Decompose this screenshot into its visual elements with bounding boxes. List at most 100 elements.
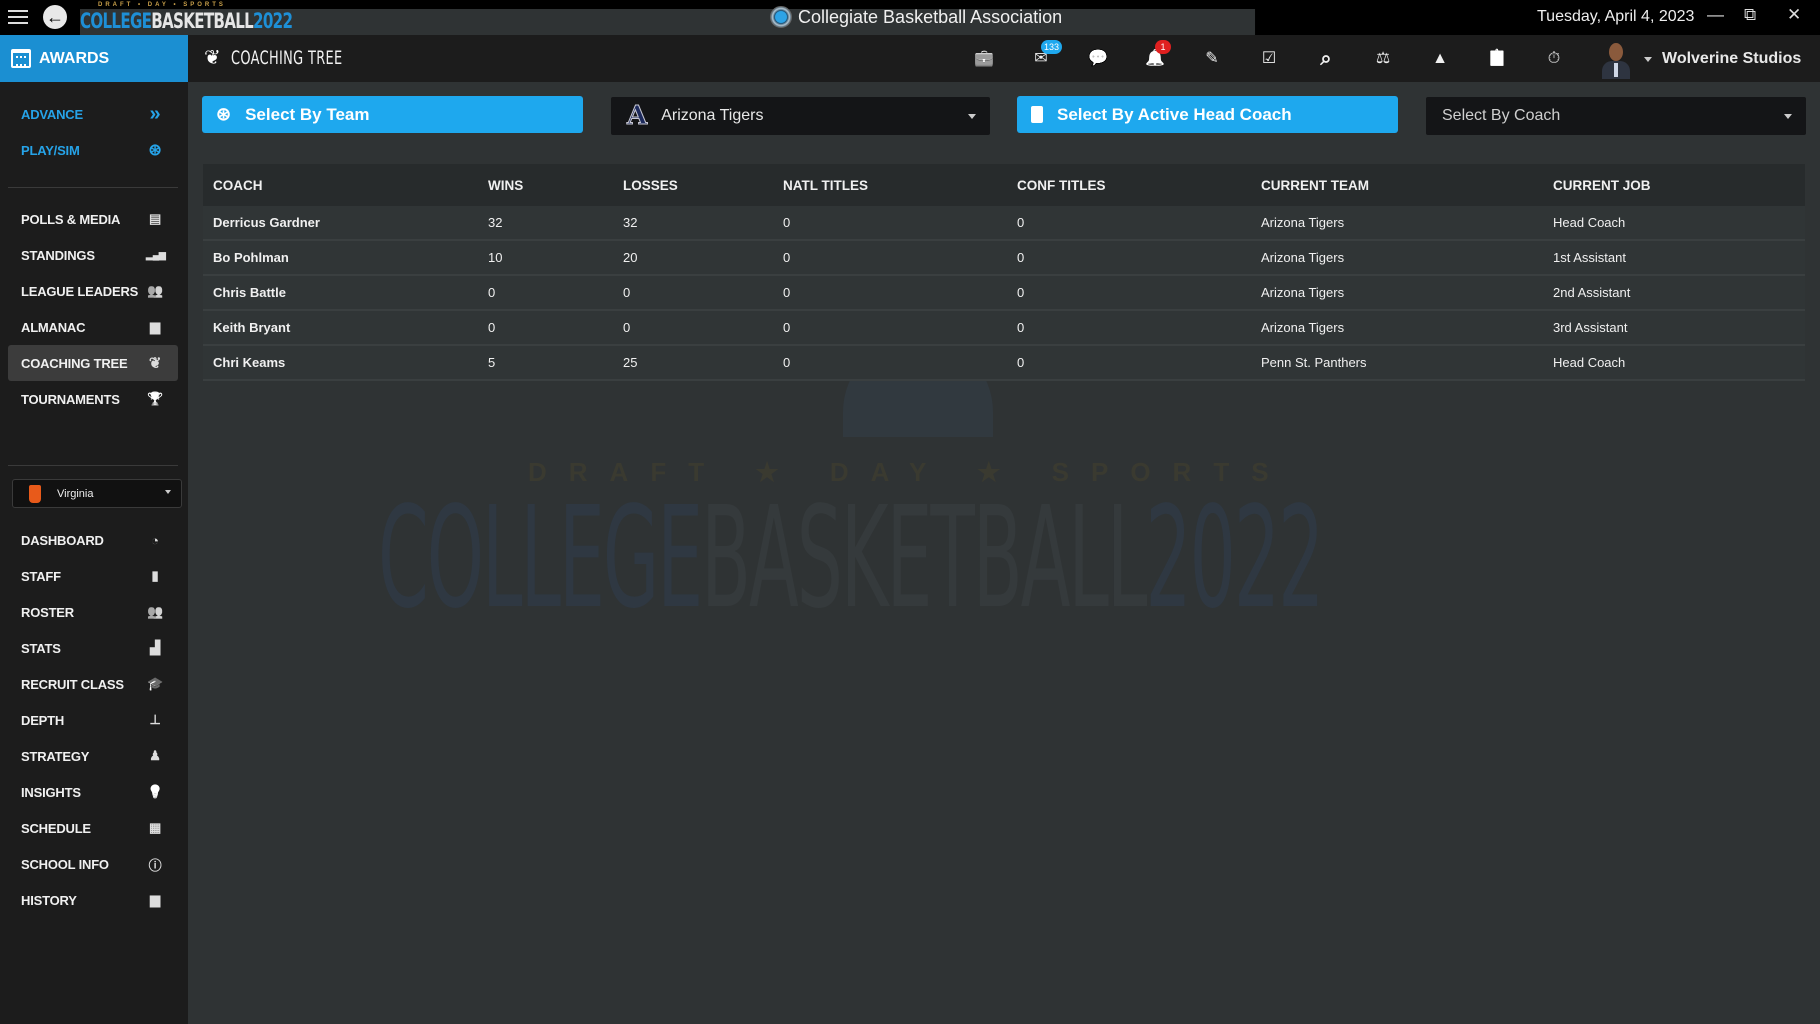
cell-coach[interactable]: Bo Pohlman — [203, 250, 478, 265]
balance-scale-icon[interactable]: ⚖ — [1373, 49, 1393, 69]
sidebar-item-play-sim[interactable]: PLAY/SIM ⊛ — [8, 132, 178, 168]
team-nav: DASHBOARD ◔ STAFF ▮ ROSTER 👥 STATS ▟ RECRUIT… — [8, 522, 178, 918]
sidebar-item-almanac[interactable]: ALMANAC ▆ — [8, 309, 178, 345]
sidebar-item-coaching-tree[interactable]: COACHING TREE ❦ — [8, 345, 178, 381]
sidebar-item-advance[interactable]: ADVANCE » — [8, 96, 178, 132]
column-header-conf-titles[interactable]: CONF TITLES — [1007, 178, 1251, 193]
select-by-team-button[interactable]: ⊛ Select By Team — [202, 96, 583, 133]
awards-button[interactable]: AWARDS — [0, 35, 188, 82]
cell-current-team: Arizona Tigers — [1261, 215, 1345, 230]
lightbulb-icon: 💡 — [147, 784, 163, 799]
cell-coach[interactable]: Chri Keams — [203, 355, 478, 370]
sidebar-item-roster[interactable]: ROSTER 👥 — [8, 594, 178, 630]
cell-current-job: Head Coach — [1553, 215, 1626, 230]
cell-natl-titles: 0 — [783, 355, 791, 370]
sidebar-item-label: ROSTER — [21, 604, 74, 620]
clipboard-icon — [1031, 106, 1043, 123]
cell-wins: 0 — [488, 285, 496, 300]
briefcase-icon[interactable]: 💼 — [974, 49, 994, 69]
select-by-active-head-coach-button[interactable]: Select By Active Head Coach — [1017, 96, 1398, 133]
close-button[interactable]: ✕ — [1787, 5, 1801, 25]
sidebar-item-standings[interactable]: STANDINGS ▂▄▆ — [8, 237, 178, 273]
page-title: ❦ COACHING TREE — [204, 47, 395, 69]
bar-chart-icon: ▟ — [150, 640, 160, 655]
leaf-icon: ❦ — [148, 355, 162, 372]
back-arrow-icon[interactable]: ← — [43, 5, 67, 29]
user-menu[interactable]: Wolverine Studios — [1598, 39, 1801, 79]
column-header-coach[interactable]: COACH — [203, 178, 478, 193]
signal-bars-icon: ▂▄▆ — [146, 249, 166, 260]
restore-button[interactable]: ⧉ — [1744, 5, 1756, 25]
calendar-check-icon[interactable]: ☑ — [1259, 49, 1279, 69]
cell-current-team: Arizona Tigers — [1261, 250, 1345, 265]
cell-coach[interactable]: Chris Battle — [203, 285, 478, 300]
sidebar-item-staff[interactable]: STAFF ▮ — [8, 558, 178, 594]
info-icon: ⓘ — [148, 857, 162, 873]
column-header-wins[interactable]: WINS — [478, 178, 613, 193]
sidebar-item-recruit-class[interactable]: RECRUIT CLASS 🎓 — [8, 666, 178, 702]
sidebar-item-history[interactable]: HISTORY ▆ — [8, 882, 178, 918]
cell-current-job: Head Coach — [1553, 355, 1626, 370]
sidebar-item-insights[interactable]: INSIGHTS 💡 — [8, 774, 178, 810]
mail-icon[interactable]: ✉ 133 — [1031, 40, 1063, 69]
sidebar-item-label: COACHING TREE — [21, 355, 128, 371]
sidebar-item-league-leaders[interactable]: LEAGUE LEADERS 👥 — [8, 273, 178, 309]
bell-icon[interactable]: 🔔 1 — [1145, 40, 1171, 69]
sidebar-item-tournaments[interactable]: TOURNAMENTS 🏆 — [8, 381, 178, 417]
trophy-icon: 🏆 — [147, 391, 163, 406]
leaf-icon: ❦ — [204, 47, 221, 69]
table-row[interactable]: Derricus Gardner 32 32 0 0 Arizona Tigers Head… — [203, 206, 1805, 241]
hamburger-menu-icon[interactable] — [8, 7, 28, 27]
sidebar-item-label: DASHBOARD — [21, 532, 104, 548]
table-row[interactable]: Chris Battle 0 0 0 0 Arizona Tigers 2nd Assist… — [203, 276, 1805, 311]
team-dropdown[interactable]: A Arizona Tigers — [611, 97, 990, 135]
table-row[interactable]: Keith Bryant 0 0 0 0 Arizona Tigers 3rd Assist… — [203, 311, 1805, 346]
road-icon[interactable]: ▲ — [1430, 49, 1450, 69]
cell-wins: 0 — [488, 320, 496, 335]
sidebar-item-label: HISTORY — [21, 892, 77, 908]
sidebar-divider — [8, 465, 178, 466]
search-icon[interactable]: ⌕ — [1316, 49, 1336, 69]
logo-tagline: DRAFT • DAY • SPORTS — [98, 2, 226, 8]
sidebar-item-strategy[interactable]: STRATEGY ♟ — [8, 738, 178, 774]
cell-coach[interactable]: Derricus Gardner — [203, 215, 478, 230]
sidebar-item-depth[interactable]: DEPTH ⊥ — [8, 702, 178, 738]
sidebar-item-label: ALMANAC — [21, 319, 86, 335]
column-header-current-team[interactable]: CURRENT TEAM — [1251, 178, 1543, 193]
table-row[interactable]: Chri Keams 5 25 0 0 Penn St. Panthers Head Coa… — [203, 346, 1805, 381]
cell-natl-titles: 0 — [783, 285, 791, 300]
chat-icon[interactable]: 💬 — [1088, 49, 1108, 69]
cell-coach[interactable]: Keith Bryant — [203, 320, 478, 335]
column-header-losses[interactable]: LOSSES — [613, 178, 773, 193]
users-icon: 👥 — [147, 283, 163, 298]
graduate-icon: 🎓 — [147, 676, 163, 691]
select-by-coach-label: Select By Active Head Coach — [1057, 104, 1292, 124]
clipboard-list-icon[interactable]: 📋 — [1487, 49, 1507, 69]
cell-conf-titles: 0 — [1017, 250, 1025, 265]
sidebar-divider — [8, 187, 178, 188]
sidebar: AWARDS ADVANCE » PLAY/SIM ⊛ POLLS & MEDI… — [0, 35, 188, 1024]
cell-current-team: Arizona Tigers — [1261, 285, 1345, 300]
cell-losses: 0 — [623, 320, 631, 335]
double-chevron-right-icon: » — [149, 102, 161, 125]
team-select-dropdown[interactable]: Virginia — [12, 479, 182, 508]
column-header-natl-titles[interactable]: NATL TITLES — [773, 178, 1007, 193]
stopwatch-icon[interactable]: ⏱ — [1544, 49, 1564, 69]
edit-icon[interactable]: ✎ — [1202, 49, 1222, 69]
coach-dropdown[interactable]: Select By Coach — [1426, 97, 1806, 135]
sidebar-item-label: SCHOOL INFO — [21, 856, 109, 872]
logo-basketball: BASKETBALL — [151, 9, 254, 33]
column-header-current-job[interactable]: CURRENT JOB — [1543, 178, 1805, 193]
table-body: Derricus Gardner 32 32 0 0 Arizona Tigers Head… — [203, 206, 1805, 381]
cell-losses: 32 — [623, 215, 638, 230]
minimize-button[interactable]: — — [1707, 5, 1724, 25]
sidebar-item-label: ADVANCE — [21, 106, 83, 122]
sidebar-item-dashboard[interactable]: DASHBOARD ◔ — [8, 522, 178, 558]
sidebar-item-schedule[interactable]: SCHEDULE ▦ — [8, 810, 178, 846]
sidebar-item-school-info[interactable]: SCHOOL INFO ⓘ — [8, 846, 178, 882]
sidebar-item-stats[interactable]: STATS ▟ — [8, 630, 178, 666]
sidebar-item-label: INSIGHTS — [21, 784, 81, 800]
table-row[interactable]: Bo Pohlman 10 20 0 0 Arizona Tigers 1st Assist… — [203, 241, 1805, 276]
sidebar-item-polls-media[interactable]: POLLS & MEDIA ▤ — [8, 201, 178, 237]
watermark-title: COLLEGEBASKETBALL2022 — [378, 477, 1324, 640]
